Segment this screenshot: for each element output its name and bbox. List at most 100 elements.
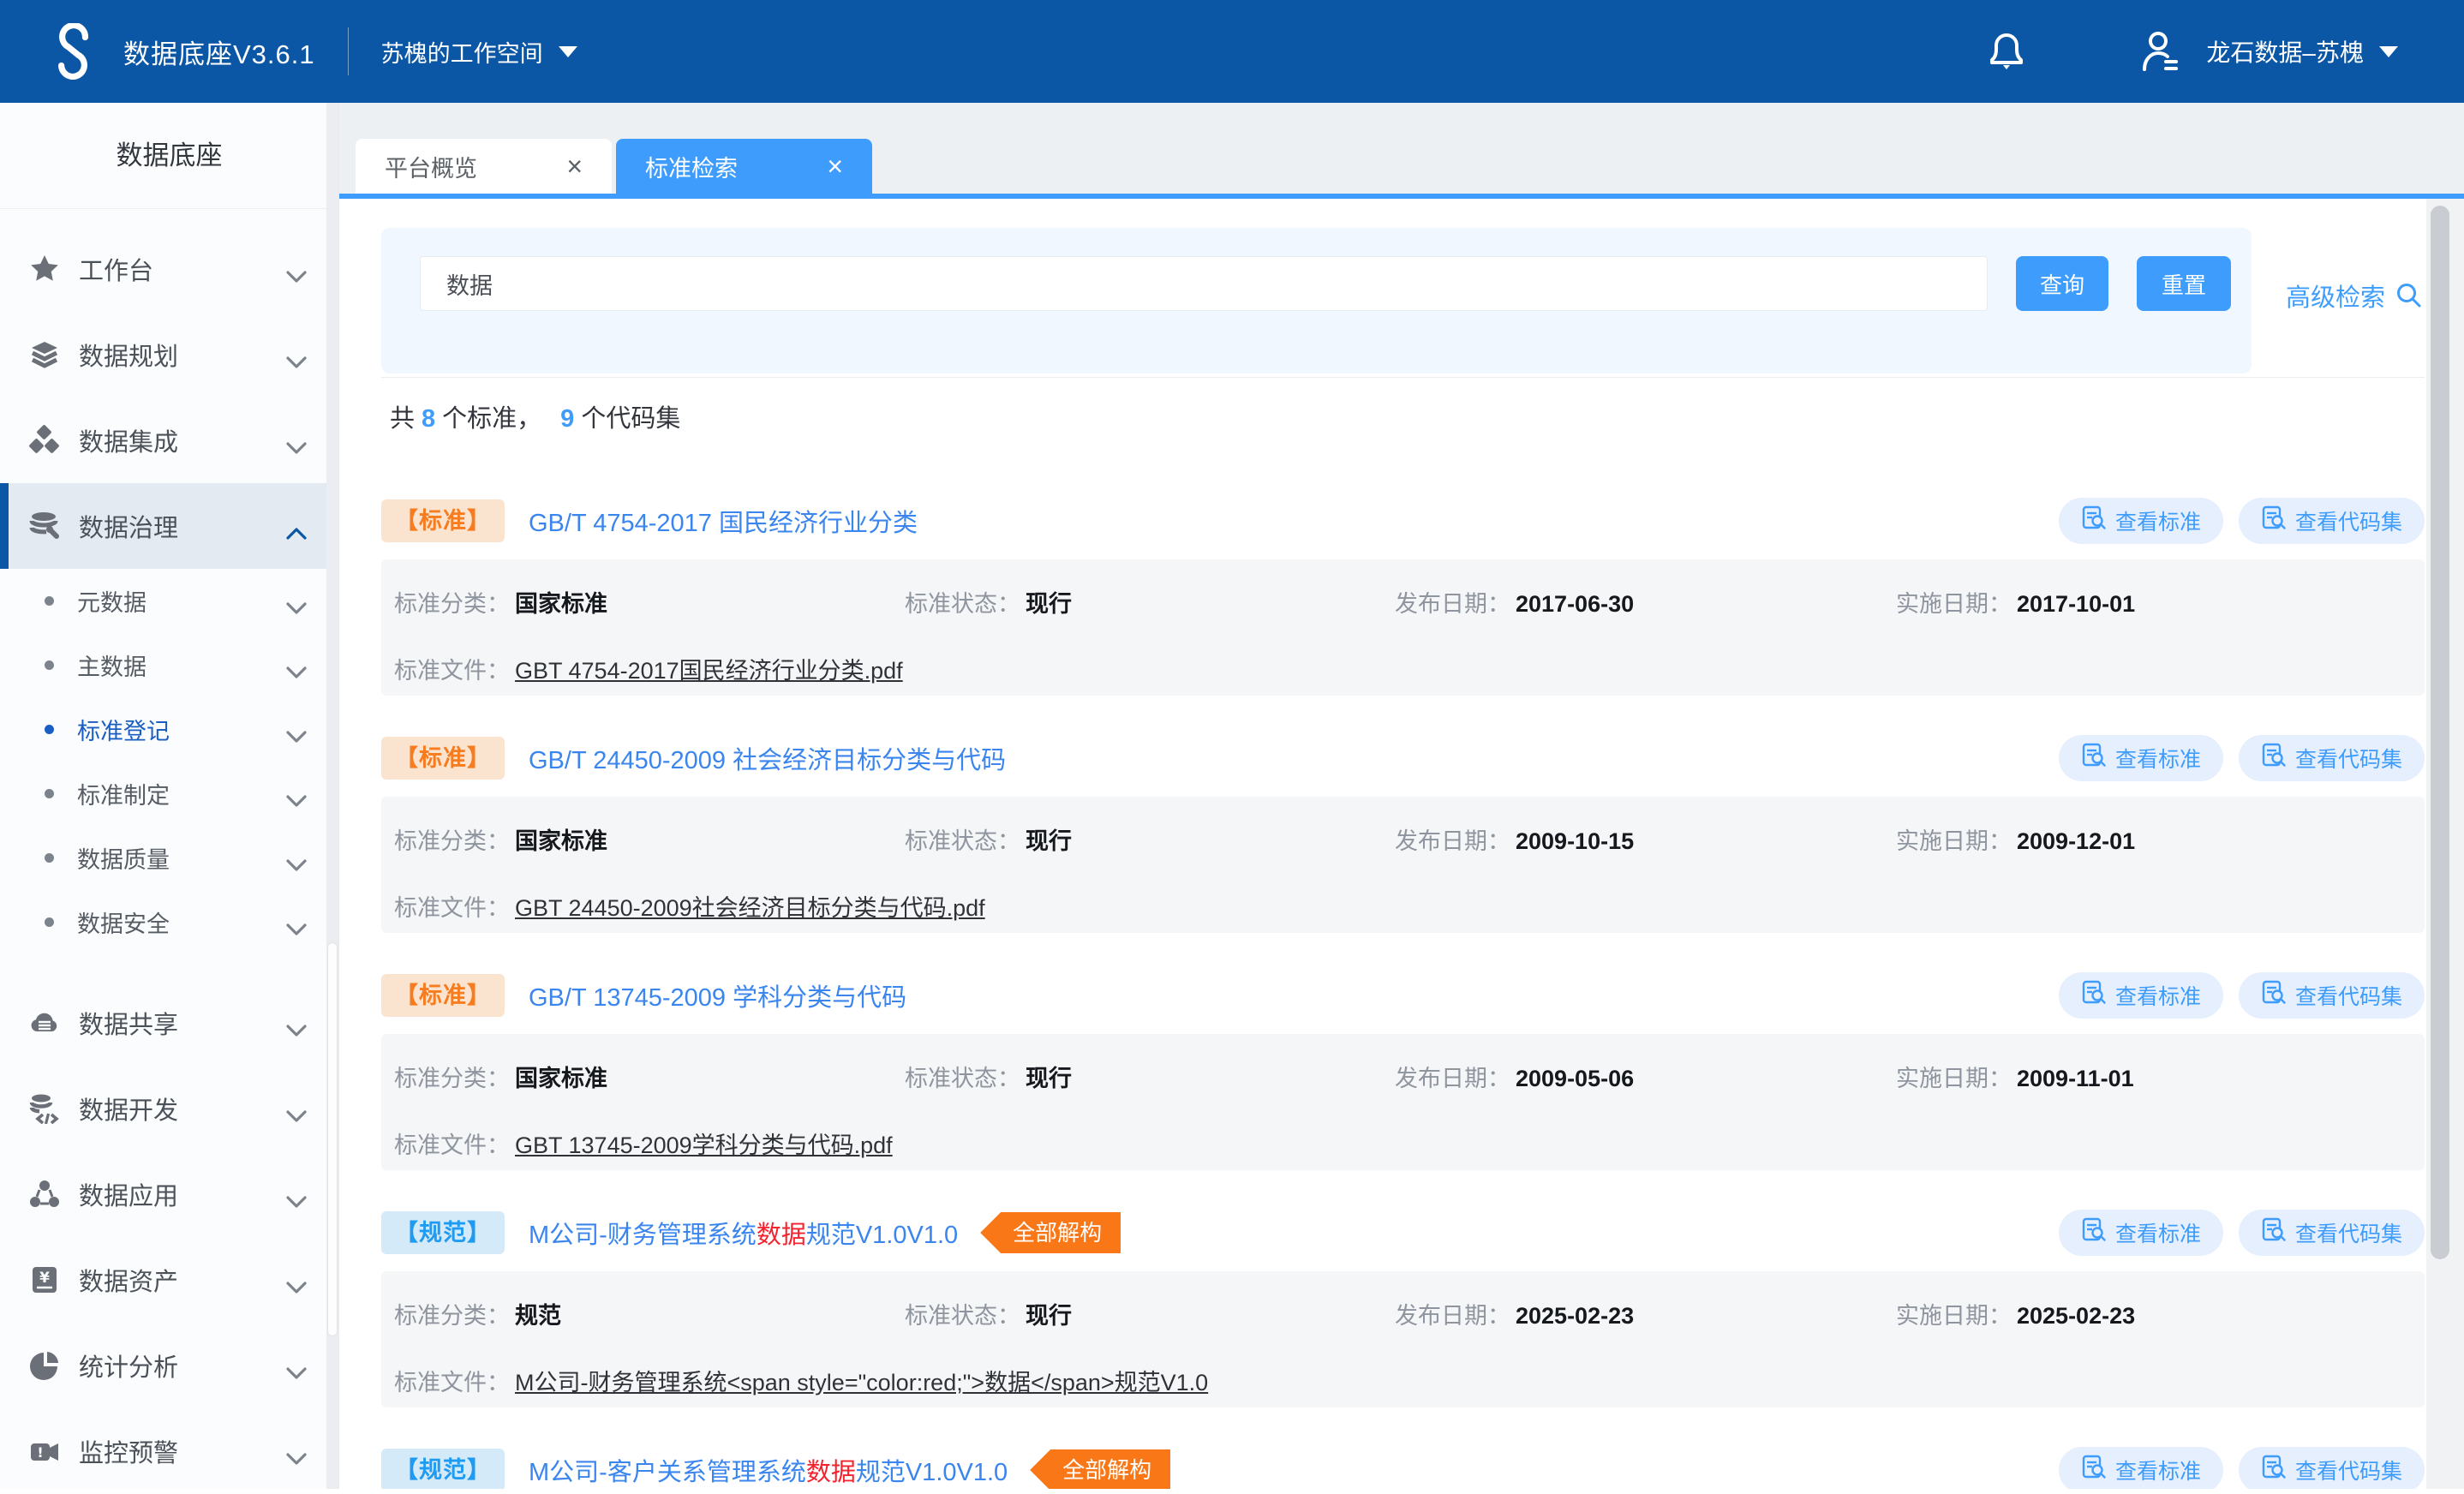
view-standard-button[interactable]: 查看标准 [2059,1210,2223,1256]
chevron-down-icon[interactable] [285,1187,308,1201]
chevron-down-icon[interactable] [285,1444,308,1458]
chevron-down-icon[interactable] [285,1102,308,1115]
workspace-selector[interactable]: 苏槐的工作空间 [381,35,577,69]
chevron-down-icon[interactable] [285,1273,308,1287]
category-field: 标准分类：国家标准 [394,822,607,856]
result-title-link[interactable]: GB/T 13745-2009 学科分类与代码 [529,977,906,1013]
file-link[interactable]: M公司-财务管理系统<span style="color:red;">数据</s… [515,1370,1208,1395]
view-codeset-button[interactable]: 查看代码集 [2239,972,2425,1019]
sidebar-item-label: 数据应用 [79,1176,178,1212]
asset-book-icon: ¥ [29,1264,60,1295]
doc-search-icon [2081,505,2107,537]
layers-icon [29,339,60,370]
chevron-down-icon[interactable] [285,723,308,737]
result-title-link[interactable]: GB/T 24450-2009 社会经济目标分类与代码 [529,740,1006,776]
chevron-down-icon[interactable] [285,1359,308,1372]
type-badge: 【规范】 [381,1449,505,1489]
search-input[interactable] [420,256,1988,311]
result-title-link[interactable]: GB/T 4754-2017 国民经济行业分类 [529,503,918,539]
reset-button[interactable]: 重置 [2137,256,2231,311]
status-field: 标准状态：现行 [905,822,1072,856]
result-item: 【标准】GB/T 13745-2009 学科分类与代码查看标准查看代码集标准分类… [381,933,2425,1170]
sidebar-scrollbar-thumb[interactable] [327,942,338,1336]
tab-platform-overview[interactable]: 平台概览 × [356,139,612,194]
sidebar-item-label: 监控预警 [79,1433,178,1469]
sidebar-item-数据开发[interactable]: 数据开发 [0,1066,338,1151]
submenu-数据治理: 元数据主数据标准登记标准制定数据质量数据安全 [0,569,338,954]
view-standard-button[interactable]: 查看标准 [2059,972,2223,1019]
sidebar-item-数据共享[interactable]: 数据共享 [0,980,338,1066]
topbar-right: 龙石数据–苏槐 [1985,28,2398,75]
sidebar-item-统计分析[interactable]: 统计分析 [0,1323,338,1408]
doc-search-icon [2081,1455,2107,1486]
sidebar-subitem-元数据[interactable]: 元数据 [0,569,338,633]
file-link[interactable]: GBT 13745-2009学科分类与代码.pdf [515,1132,893,1158]
category-value: 国家标准 [515,1066,607,1091]
pill-label: 查看代码集 [2295,980,2402,1011]
sidebar-subitem-数据安全[interactable]: 数据安全 [0,890,338,954]
result-actions: 查看标准查看代码集 [2059,1210,2425,1256]
file-link[interactable]: GBT 24450-2009社会经济目标分类与代码.pdf [515,895,985,921]
view-standard-button[interactable]: 查看标准 [2059,498,2223,544]
sidebar-item-label: 统计分析 [79,1348,178,1383]
sidebar-item-数据规划[interactable]: 数据规划 [0,312,338,397]
chevron-down-icon[interactable] [285,916,308,929]
advanced-search-link[interactable]: 高级检索 [2286,278,2423,314]
bell-icon[interactable] [1985,28,2028,75]
implement-date-label: 实施日期： [1896,591,2012,617]
chevron-down-icon[interactable] [285,659,308,672]
result-title-link[interactable]: M公司-客户关系管理系统数据规范V1.0V1.0 [529,1452,1008,1488]
sidebar-item-label: 数据规划 [79,337,178,373]
query-button[interactable]: 查询 [2016,256,2108,311]
bullet-icon [45,917,54,927]
status-value: 现行 [1026,1066,1072,1091]
file-field: 标准文件：GBT 24450-2009社会经济目标分类与代码.pdf [394,889,985,923]
pill-label: 查看代码集 [2295,505,2402,536]
user-icon[interactable] [2139,28,2180,75]
file-link[interactable]: GBT 4754-2017国民经济行业分类.pdf [515,658,903,684]
user-name[interactable]: 龙石数据–苏槐 [2206,34,2364,69]
sidebar-item-工作台[interactable]: 工作台 [0,226,338,312]
sidebar-item-数据资产[interactable]: ¥数据资产 [0,1237,338,1323]
view-codeset-button[interactable]: 查看代码集 [2239,1447,2425,1489]
close-icon[interactable]: × [566,152,583,180]
view-codeset-button[interactable]: 查看代码集 [2239,1210,2425,1256]
implement-date-value: 2017-10-01 [2017,591,2135,617]
governance-icon [29,511,60,541]
tab-standard-search[interactable]: 标准检索 × [616,139,872,194]
chevron-down-icon[interactable] [285,595,308,608]
chevron-up-icon[interactable] [285,519,308,533]
sidebar-subitem-主数据[interactable]: 主数据 [0,633,338,697]
sidebar-subitem-label: 标准登记 [77,713,170,746]
sidebar-subitem-数据质量[interactable]: 数据质量 [0,826,338,890]
chevron-down-icon[interactable] [285,1016,308,1030]
view-standard-button[interactable]: 查看标准 [2059,735,2223,781]
svg-text:¥: ¥ [39,1270,50,1287]
category-label: 标准分类： [394,1303,510,1329]
close-icon[interactable]: × [827,152,843,180]
result-title-link[interactable]: M公司-财务管理系统数据规范V1.0V1.0 [529,1215,958,1251]
dev-db-icon [29,1093,60,1124]
sidebar-subitem-标准登记[interactable]: 标准登记 [0,697,338,762]
sidebar-item-数据集成[interactable]: 数据集成 [0,397,338,483]
status-field: 标准状态：现行 [905,585,1072,619]
sidebar-subitem-标准制定[interactable]: 标准制定 [0,762,338,826]
status-label: 标准状态： [905,1303,1020,1329]
bullet-icon [45,725,54,734]
chevron-down-icon[interactable] [285,787,308,801]
sidebar-item-监控预警[interactable]: !监控预警 [0,1408,338,1494]
view-codeset-button[interactable]: 查看代码集 [2239,735,2425,781]
result-detail-box: 标准分类：规范标准状态：现行发布日期：2025-02-23实施日期：2025-0… [381,1271,2425,1407]
sidebar-item-数据治理[interactable]: 数据治理 [0,483,338,569]
chevron-down-icon[interactable] [285,433,308,447]
view-codeset-button[interactable]: 查看代码集 [2239,498,2425,544]
chevron-down-icon[interactable] [285,348,308,362]
chevron-down-icon[interactable] [285,852,308,865]
sidebar-item-数据应用[interactable]: 数据应用 [0,1151,338,1237]
bullet-icon [45,660,54,670]
share-nodes-icon [29,1179,60,1210]
view-standard-button[interactable]: 查看标准 [2059,1447,2223,1489]
title-text: GB/T 24450-2009 社会经济目标分类与代码 [529,747,1006,774]
scrollbar-thumb[interactable] [2431,206,2449,1259]
chevron-down-icon[interactable] [285,262,308,276]
